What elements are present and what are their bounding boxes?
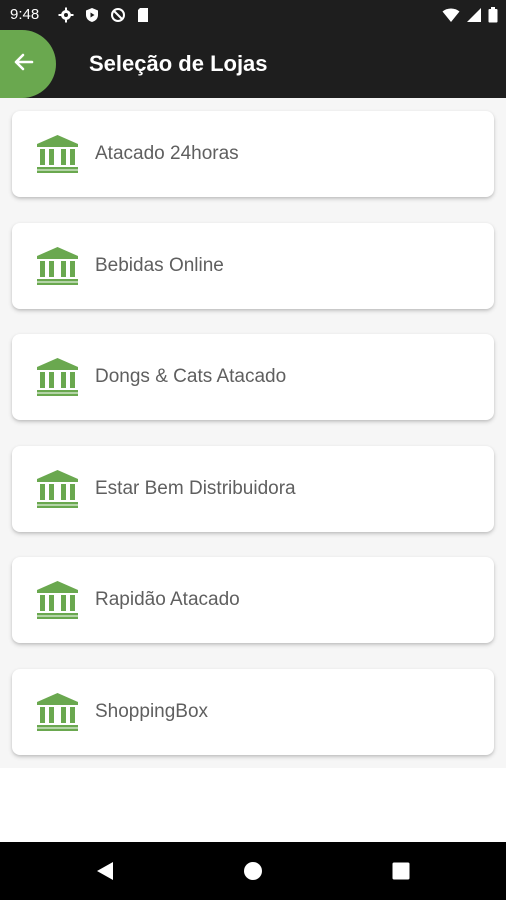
store-item-rapidao-atacado[interactable]: Rapidão Atacado bbox=[12, 557, 494, 643]
status-bar: 9:48 bbox=[0, 0, 506, 30]
store-item-bebidas-online[interactable]: Bebidas Online bbox=[12, 222, 494, 309]
store-name: Bebidas Online bbox=[95, 254, 224, 276]
store-list-area: Atacado 24horas Bebidas Online Dongs & C… bbox=[0, 98, 506, 768]
arrow-left-icon bbox=[14, 51, 34, 78]
battery-icon bbox=[488, 7, 498, 23]
signal-icon bbox=[466, 7, 482, 23]
home-circle-icon[interactable] bbox=[241, 859, 265, 883]
bank-icon bbox=[37, 581, 78, 619]
store-item-atacado-24horas[interactable]: Atacado 24horas bbox=[12, 111, 494, 197]
bank-icon bbox=[37, 135, 78, 173]
store-name: ShoppingBox bbox=[95, 700, 209, 722]
status-icons-left bbox=[58, 7, 150, 23]
app-bar: Seleção de Lojas bbox=[0, 30, 506, 98]
store-item-estar-bem-distribuidora[interactable]: Estar Bem Distribuidora bbox=[12, 445, 494, 532]
store-name: Estar Bem Distribuidora bbox=[95, 477, 296, 499]
store-name: Rapidão Atacado bbox=[95, 589, 240, 610]
store-name: Atacado 24horas bbox=[95, 143, 239, 164]
status-icons-right bbox=[442, 7, 498, 23]
sd-card-icon bbox=[136, 7, 150, 23]
bank-icon bbox=[37, 246, 78, 285]
back-button[interactable] bbox=[0, 30, 56, 98]
system-nav-bar bbox=[0, 842, 506, 900]
status-time: 9:48 bbox=[10, 6, 40, 23]
bank-icon bbox=[37, 358, 78, 396]
no-sync-icon bbox=[110, 7, 126, 23]
back-triangle-icon[interactable] bbox=[93, 859, 117, 883]
recents-square-icon[interactable] bbox=[389, 859, 413, 883]
bank-icon bbox=[37, 469, 78, 508]
gear-icon bbox=[58, 7, 74, 23]
wifi-icon bbox=[442, 7, 460, 23]
store-list: Atacado 24horas Bebidas Online Dongs & C… bbox=[12, 111, 494, 780]
shield-play-icon bbox=[84, 7, 100, 23]
store-name: Dongs & Cats Atacado bbox=[95, 366, 287, 387]
page-title: Seleção de Lojas bbox=[89, 51, 268, 76]
store-item-dongs-cats-atacado[interactable]: Dongs & Cats Atacado bbox=[12, 334, 494, 420]
store-item-shoppingbox[interactable]: ShoppingBox bbox=[12, 668, 494, 755]
bank-icon bbox=[37, 692, 78, 731]
